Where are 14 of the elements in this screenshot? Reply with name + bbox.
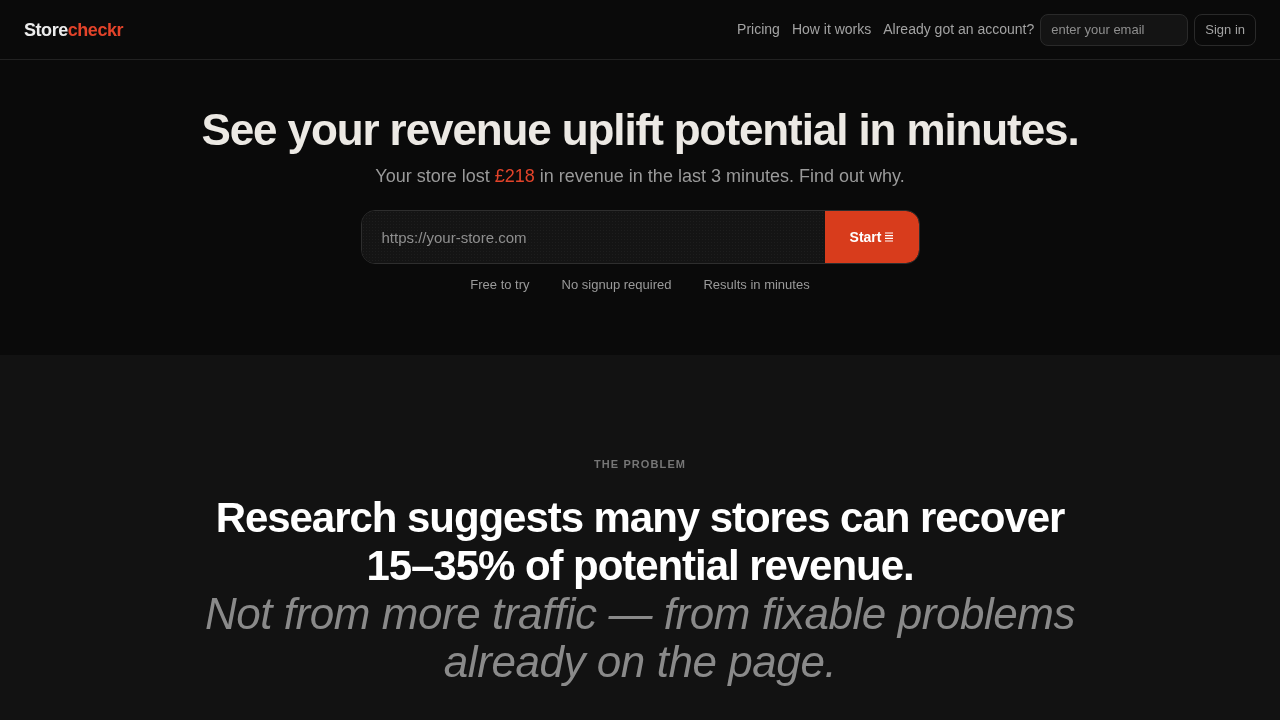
section-eyebrow: THE PROBLEM	[593, 457, 687, 472]
email-input-field[interactable]: enter your email	[1040, 13, 1189, 46]
section-subheading: Not from more traffic — from fixable problems already on the page.	[203, 590, 1077, 686]
logo-wordmark[interactable]: Storecheckr	[24, 20, 124, 39]
section-heading: Research suggests many stores can recover 15–35% of potential revenue.	[214, 494, 1066, 590]
feature-text: No signup required	[561, 276, 672, 294]
feature-text: Results in minutes	[703, 276, 810, 294]
nav-link[interactable]: How it works	[791, 19, 872, 40]
account-prompt-text: Already got an account?	[883, 20, 1035, 39]
hero-subtitle: Your store lost £218 in revenue in the last 3 minutes. Find out why.	[375, 165, 905, 188]
sign-in-button[interactable]: Sign in	[1194, 13, 1256, 46]
feature-text: Free to try	[470, 276, 530, 294]
nav-link[interactable]: Pricing	[737, 19, 780, 40]
hero-title: See your revenue uplift potential in minutes.	[201, 104, 1079, 156]
